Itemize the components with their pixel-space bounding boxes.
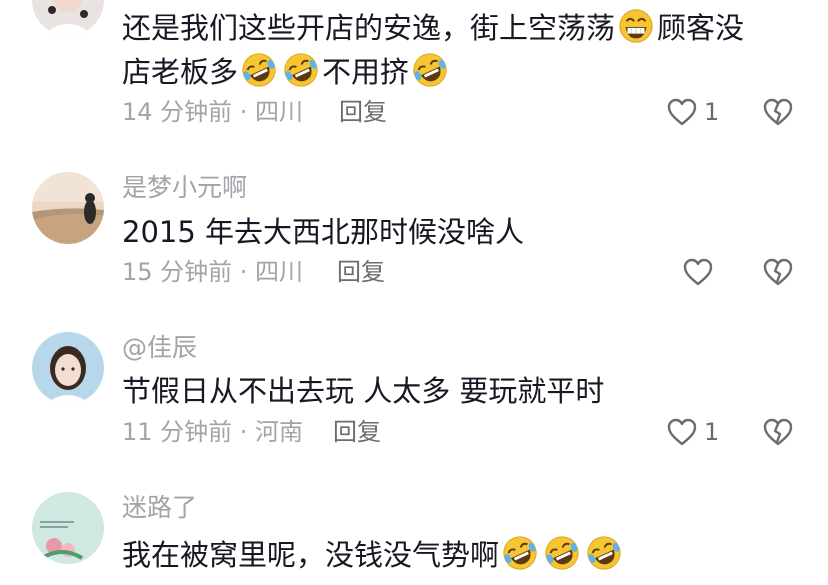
comment-time-location: 11 分钟前 · 河南 [122,418,304,446]
comment-time-location: 14 分钟前 · 四川 [122,98,304,126]
comment-item: @佳辰 节假日从不出去玩 人太多 要玩就平时 11 分钟前 · 河南 回复 1 [0,320,828,470]
grinning-face-emoji-icon [617,7,655,45]
rofl-emoji-icon [585,534,623,572]
avatar[interactable] [32,172,104,244]
broken-heart-icon[interactable] [762,417,794,447]
comment-text: 2015 年去大西北那时候没啥人 [122,215,525,249]
rofl-emoji-icon [240,51,278,89]
comment-text: 我在被窝里呢，没钱没气势啊 [122,534,625,573]
reply-button[interactable]: 回复 [339,97,387,127]
avatar[interactable] [32,0,104,36]
comment-time-location: 15 分钟前 · 四川 [122,258,304,286]
like-count: 1 [704,418,720,446]
broken-heart-icon[interactable] [762,97,794,127]
comment-item: 还是我们这些开店的安逸，街上空荡荡 顾客没 店老板多 不用挤 14 分钟前 · 四川… [0,0,828,150]
comment-username[interactable]: 迷路了 [122,493,197,523]
comment-item: 迷路了 我在被窝里呢，没钱没气势啊 [0,480,828,585]
broken-heart-icon[interactable] [762,257,794,287]
heart-outline-icon[interactable] [666,97,698,127]
rofl-emoji-icon [543,534,581,572]
heart-outline-icon[interactable] [666,417,698,447]
avatar[interactable] [32,492,104,564]
like-count: 1 [704,98,720,126]
comment-username[interactable]: 是梦小元啊 [122,173,247,203]
reply-button[interactable]: 回复 [337,257,385,287]
comment-text: 店老板多 不用挤 [122,51,451,90]
reply-button[interactable]: 回复 [333,417,381,447]
rofl-emoji-icon [411,51,449,89]
comment-text: 还是我们这些开店的安逸，街上空荡荡 顾客没 [122,7,744,46]
comment-item: 是梦小元啊 2015 年去大西北那时候没啥人 15 分钟前 · 四川 回复 [0,160,828,310]
rofl-emoji-icon [501,534,539,572]
heart-outline-icon[interactable] [682,257,714,287]
rofl-emoji-icon [282,51,320,89]
comment-text: 节假日从不出去玩 人太多 要玩就平时 [122,374,605,408]
avatar[interactable] [32,332,104,404]
comment-username[interactable]: @佳辰 [122,333,197,363]
